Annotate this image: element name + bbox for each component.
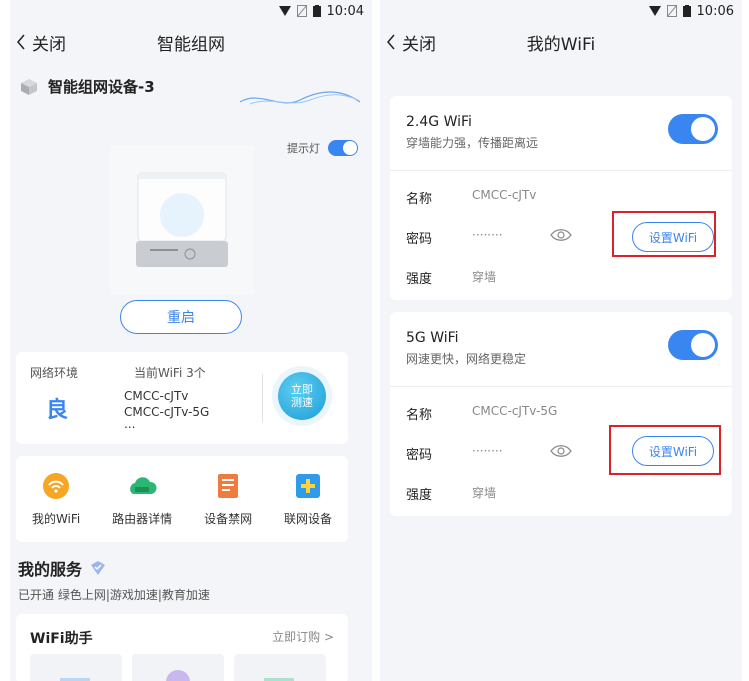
speed-test-button[interactable]: 立即 测速 [278,372,326,420]
divider [390,386,732,387]
close-button[interactable]: 关闭 [386,30,436,55]
name-label: 名称 [406,192,433,207]
no-sim-icon [666,5,677,17]
status-bar: 10:04 [10,0,372,22]
battery-icon [312,5,321,17]
wifi-band-title: 2.4G WiFi [406,114,472,130]
ssid-value: CMCC-cJTv-5G [472,404,558,418]
wifi-band-title: 5G WiFi [406,330,459,346]
action-label: 设备禁网 [204,511,253,526]
action-label: 联网设备 [284,511,333,526]
signal-wave-icon [240,91,360,105]
status-bar: 10:06 [380,0,742,22]
top-bar: 关闭 我的WiFi [380,22,742,62]
restart-button[interactable]: 重启 [120,300,242,334]
show-password-icon[interactable] [550,444,572,458]
status-time: 10:06 [696,3,734,19]
wifi-signal-icon [648,6,661,16]
strength-value: 穿墙 [472,486,497,500]
wifi-card-2g: 2.4G WiFi 穿墙能力强，传播距离远 名称 CMCC-cJTv 密码 ··… [390,96,732,300]
wifi-icon [43,472,70,499]
chevron-left-icon [17,34,25,50]
show-password-icon[interactable] [550,228,572,242]
strength-value: 穿墙 [472,270,497,284]
order-now-link[interactable]: 立即订购 > [272,628,334,645]
wifi-signal-icon [278,6,291,16]
close-button[interactable]: 关闭 [16,30,66,55]
password-label: 密码 [406,232,433,247]
right-screen: 10:06 关闭 我的WiFi 2.4G WiFi 穿墙能力强，传播距离远 名称… [380,0,742,681]
network-env-label: 网络环境 [30,366,79,380]
password-value: ········ [472,228,503,242]
wifi-count-label: 当前WiFi 3个 [134,366,206,380]
left-screen: 10:04 关闭 智能组网 智能组网设备-3 提示灯 重启 网络环境 良 当前W… [10,0,372,681]
wifi-list-more: ... [124,417,136,431]
network-env-value: 良 [46,398,69,423]
wifi-band-desc: 穿墙能力强，传播距离远 [406,136,539,150]
services-title: 我的服务 [18,556,106,580]
wifi-list: CMCC-cJTv CMCC-cJTv-5G ... [124,388,210,431]
ssid-value: CMCC-cJTv [472,188,537,202]
wifi-2g-toggle[interactable] [668,114,718,144]
battery-icon [682,5,691,17]
password-label: 密码 [406,448,433,463]
divider [390,170,732,171]
assistant-tile[interactable] [30,654,122,681]
close-label: 关闭 [32,34,66,55]
assistant-tiles [30,654,326,681]
wifi-assistant-title: WiFi助手 [30,631,93,647]
speed-test-label: 立即 测速 [291,383,313,409]
wifi-card-5g: 5G WiFi 网速更快，网络更稳定 名称 CMCC-cJTv-5G 密码 ··… [390,312,732,516]
highlight-box [609,425,721,475]
router-cloud-icon [130,476,157,494]
device-name: 智能组网设备-3 [48,78,155,96]
my-wifi-action[interactable]: 我的WiFi [32,472,80,527]
connected-devices-action[interactable]: 联网设备 [284,472,332,527]
indicator-light-label: 提示灯 [287,142,320,155]
status-time: 10:04 [326,3,364,19]
assistant-tile[interactable] [132,654,224,681]
device-block-icon [218,473,239,498]
quick-actions: 我的WiFi 路由器详情 设备禁网 联网设备 [16,456,348,542]
services-title-text: 我的服务 [18,560,83,579]
password-value: ········ [472,444,503,458]
add-device-icon [296,473,321,498]
wifi-5g-toggle[interactable] [668,330,718,360]
divider [262,374,263,422]
name-label: 名称 [406,408,433,423]
indicator-light-toggle[interactable] [328,140,358,156]
action-label: 我的WiFi [31,511,81,526]
wifi-list-item: CMCC-cJTv-5G [124,405,210,419]
indicator-light-control: 提示灯 [287,140,358,156]
device-block-action[interactable]: 设备禁网 [204,472,252,527]
wifi-assistant-card: WiFi助手 立即订购 > [16,614,348,681]
highlight-box [612,211,716,257]
action-label: 路由器详情 [112,511,173,526]
assistant-tile[interactable] [234,654,326,681]
top-bar: 关闭 智能组网 [10,22,372,62]
network-status-card: 网络环境 良 当前WiFi 3个 CMCC-cJTv CMCC-cJTv-5G … [16,352,348,444]
services-subtitle: 已开通 绿色上网|游戏加速|教育加速 [18,588,210,602]
router-details-action[interactable]: 路由器详情 [112,472,172,527]
no-sim-icon [296,5,307,17]
close-label: 关闭 [402,34,436,55]
strength-label: 强度 [406,488,433,503]
strength-label: 强度 [406,272,433,287]
device-cube-icon [21,78,37,95]
verified-badge-icon [91,561,106,575]
tile-graphic [166,670,190,681]
wifi-list-item: CMCC-cJTv [124,389,189,403]
router-image [110,145,254,295]
chevron-left-icon [387,34,395,50]
wifi-band-desc: 网速更快，网络更稳定 [406,352,527,366]
